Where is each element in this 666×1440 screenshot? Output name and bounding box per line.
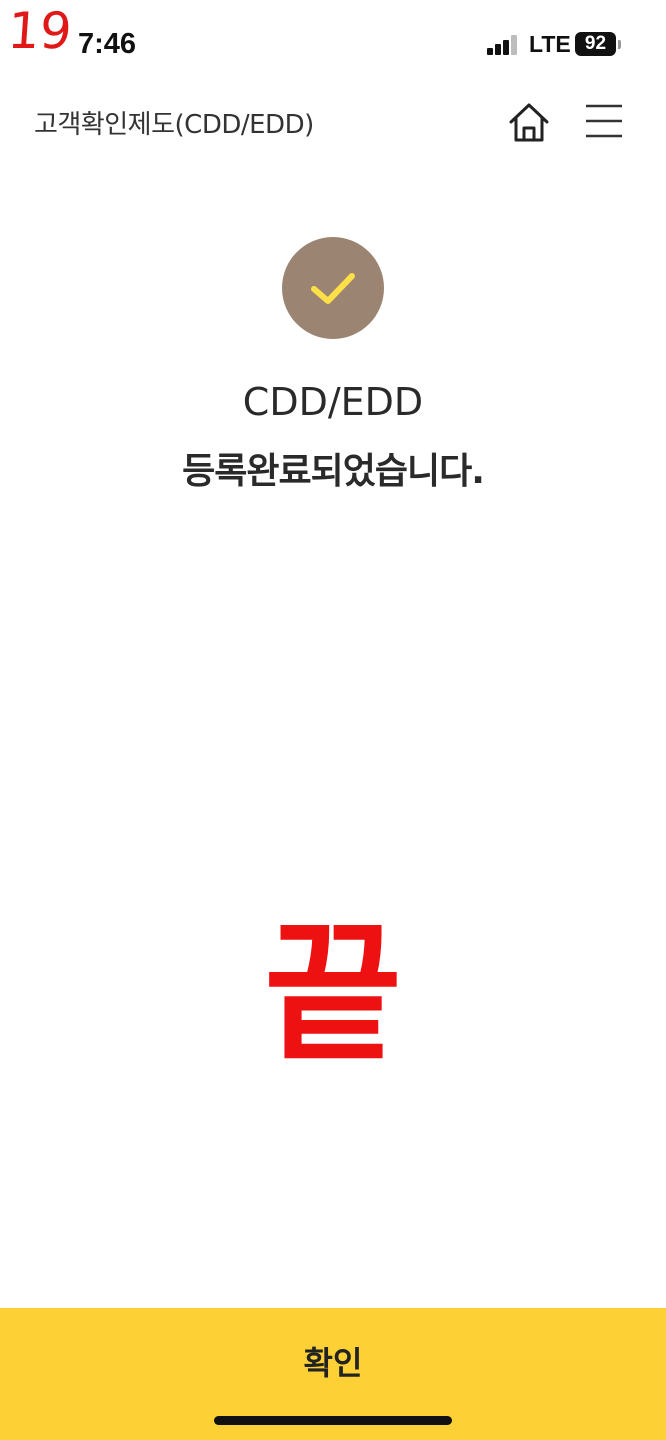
result-title: CDD/EDD [242, 380, 424, 424]
status-time: 7:46 [78, 28, 137, 60]
result-message: 등록완료되었습니다. [182, 451, 485, 492]
battery-icon: 92 [575, 32, 616, 56]
status-bar: 7:46 LTE 92 [0, 0, 666, 88]
battery-cap [618, 40, 621, 49]
home-button[interactable] [506, 100, 552, 146]
annotation-end-mark: 끝 [263, 908, 402, 1082]
network-type: LTE [529, 31, 571, 57]
hamburger-menu-icon [586, 104, 622, 138]
confirm-button-label: 확인 [303, 1344, 363, 1382]
page-title: 고객확인제도(CDD/EDD) [34, 110, 314, 140]
checkmark-icon [311, 273, 355, 304]
menu-button[interactable] [584, 102, 624, 142]
success-badge [282, 237, 384, 339]
signal-strength-icon [487, 33, 519, 55]
home-indicator[interactable] [214, 1416, 452, 1425]
app-header: 고객확인제도(CDD/EDD) [0, 88, 666, 158]
home-icon [509, 103, 549, 142]
